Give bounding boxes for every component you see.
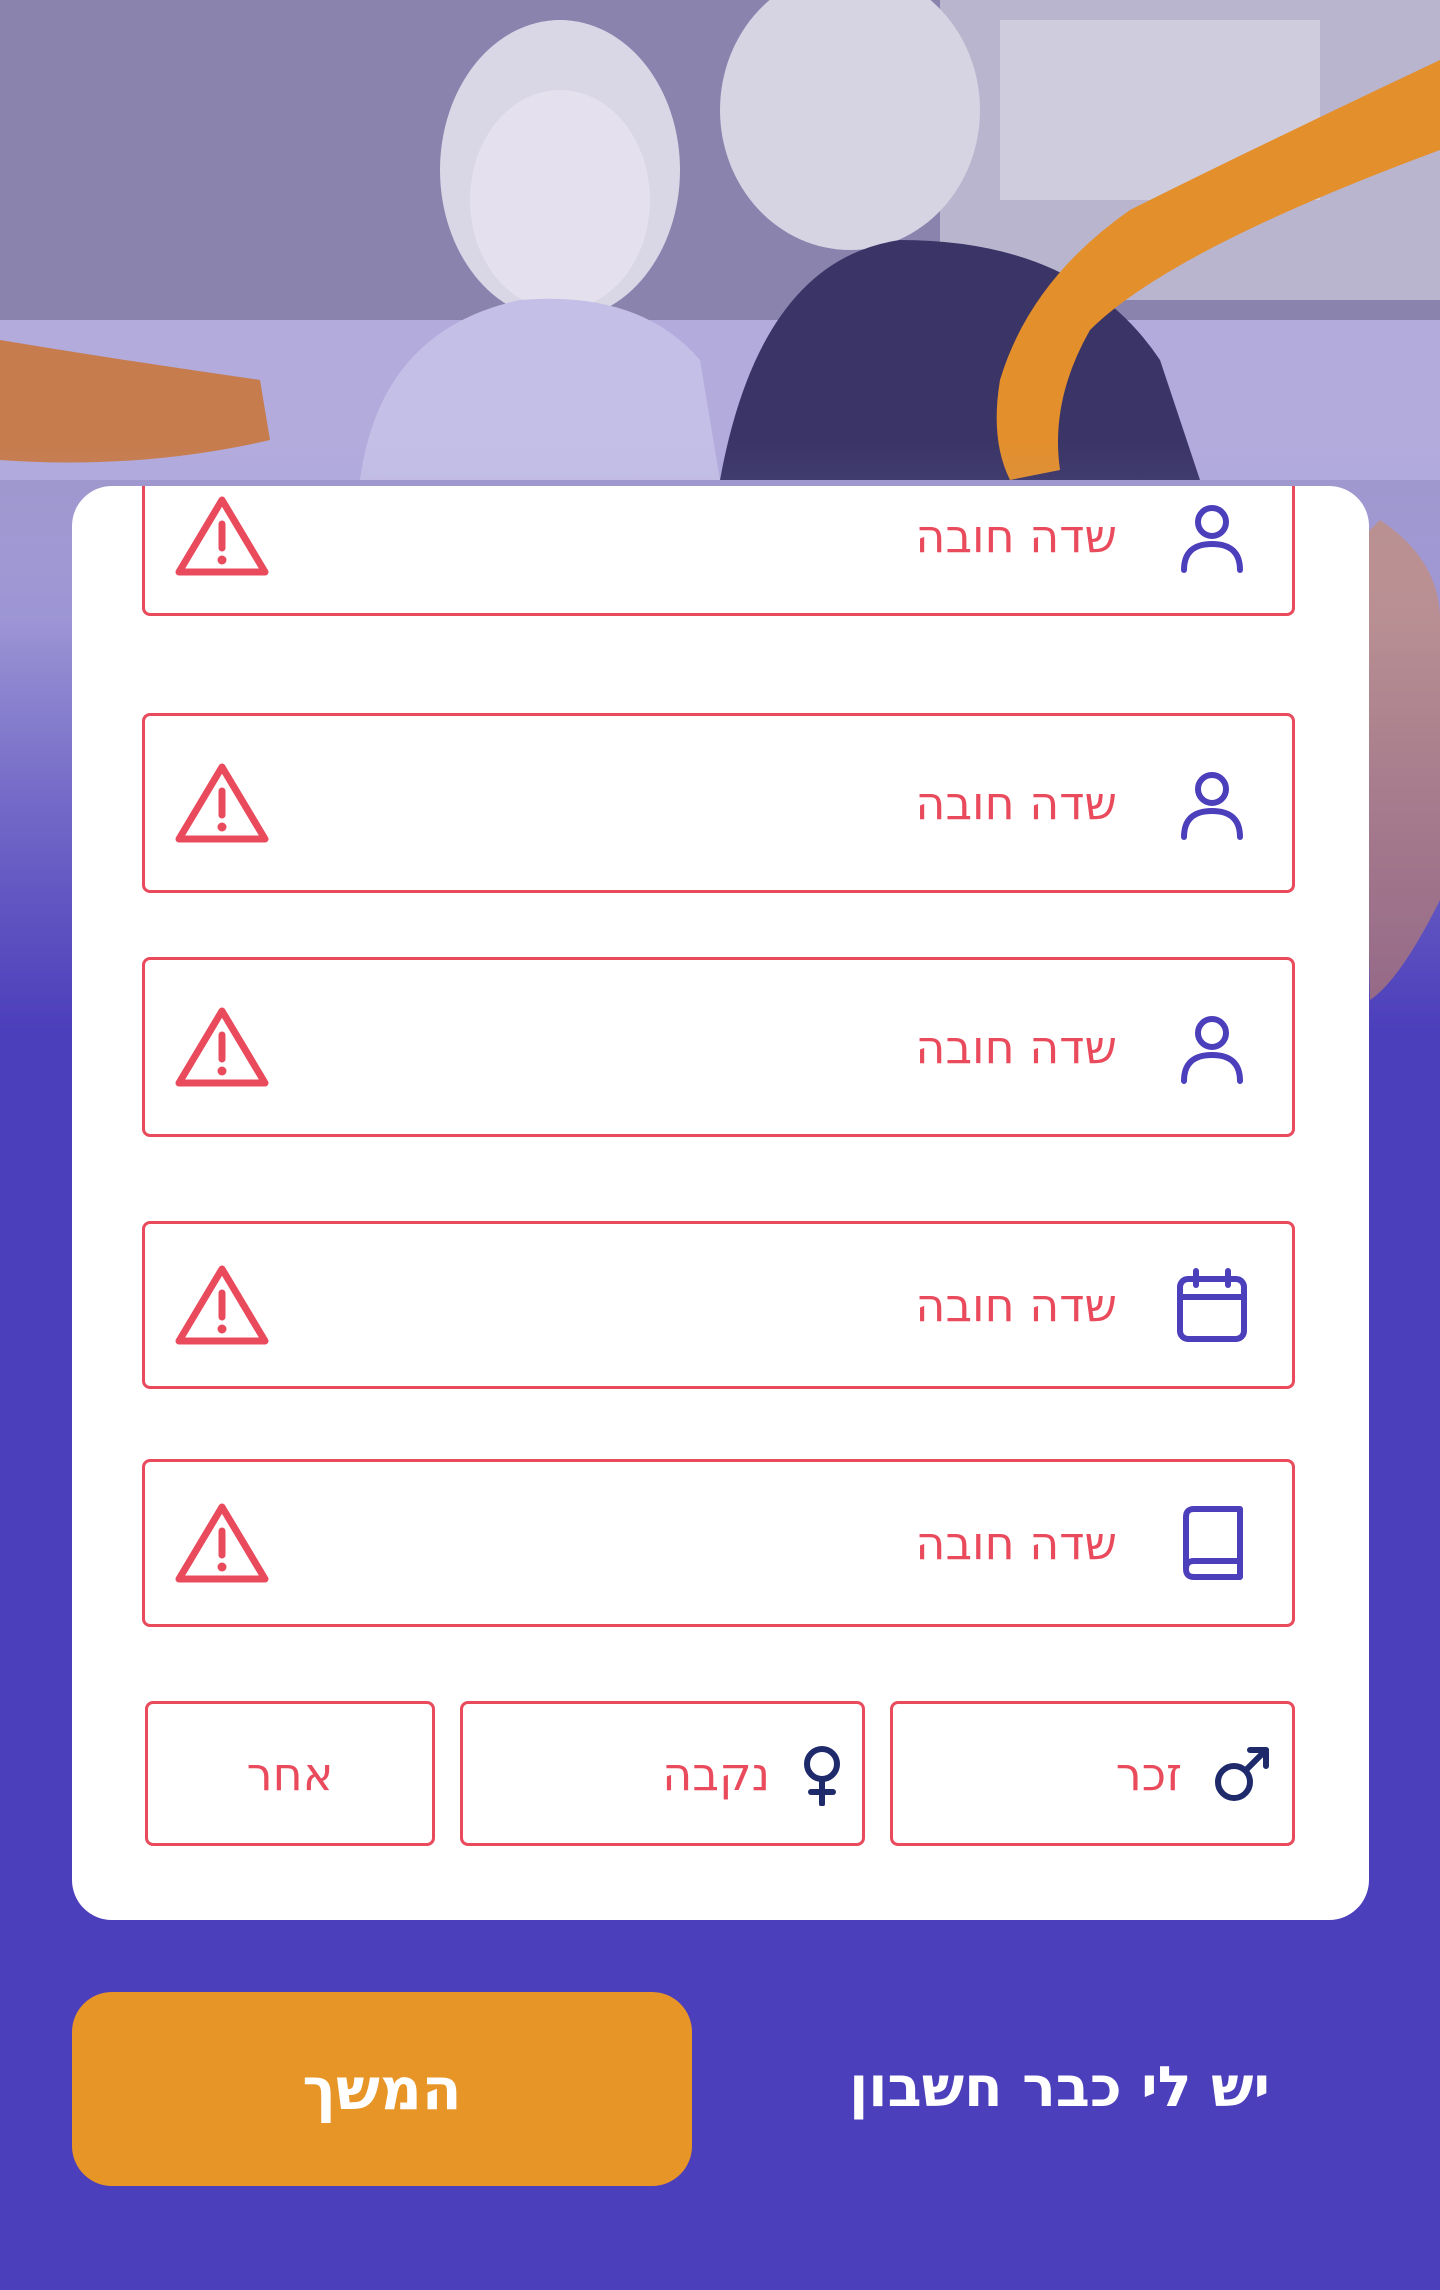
- first-name-field[interactable]: שדה חובה: [142, 486, 1295, 616]
- female-symbol-icon: [804, 1745, 840, 1806]
- warning-icon: [175, 1007, 269, 1087]
- id-number-field[interactable]: שדה חובה: [142, 957, 1295, 1137]
- last-name-field[interactable]: שדה חובה: [142, 713, 1295, 893]
- user-icon: [1181, 505, 1243, 573]
- gender-option-male[interactable]: זכר: [890, 1701, 1295, 1846]
- gender-male-label: זכר: [1115, 1746, 1182, 1801]
- warning-icon: [175, 1265, 269, 1345]
- field-error-text: שדה חובה: [915, 509, 1117, 563]
- gender-female-label: נקבה: [662, 1746, 770, 1801]
- field-error-text: שדה חובה: [915, 1516, 1117, 1570]
- field-error-text: שדה חובה: [915, 1278, 1117, 1332]
- user-icon: [1181, 772, 1243, 840]
- field-error-text: שדה חובה: [915, 776, 1117, 830]
- existing-account-link[interactable]: יש לי כבר חשבון: [790, 2055, 1270, 2120]
- field-error-text: שדה חובה: [915, 1020, 1117, 1074]
- warning-icon: [175, 763, 269, 843]
- male-symbol-icon: [1215, 1746, 1269, 1801]
- gender-other-label: אחר: [246, 1746, 334, 1801]
- user-icon: [1181, 1016, 1243, 1084]
- education-field[interactable]: שדה חובה: [142, 1459, 1295, 1627]
- continue-button[interactable]: המשך: [72, 1992, 692, 2186]
- calendar-icon: [1177, 1268, 1247, 1342]
- warning-icon: [175, 1503, 269, 1583]
- gender-option-female[interactable]: נקבה: [460, 1701, 865, 1846]
- registration-form-card: שדה חובה שדה חובה שדה חובה שדה חובה שדה …: [72, 486, 1369, 1920]
- warning-icon: [175, 496, 269, 576]
- birth-date-field[interactable]: שדה חובה: [142, 1221, 1295, 1389]
- book-icon: [1183, 1506, 1243, 1580]
- gender-option-other[interactable]: אחר: [145, 1701, 435, 1846]
